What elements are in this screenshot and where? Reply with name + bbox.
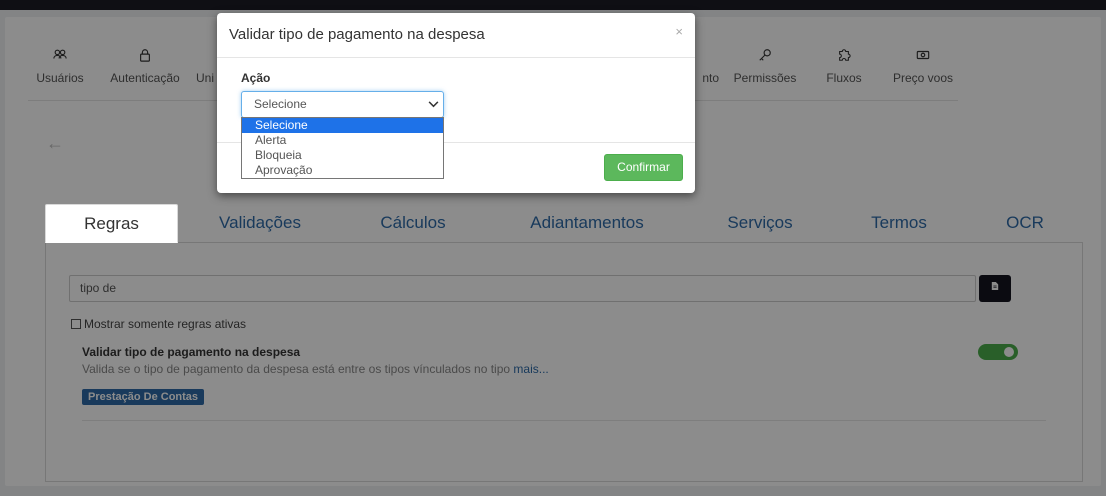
modal-header: Validar tipo de pagamento na despesa ×	[217, 13, 695, 58]
modal-title: Validar tipo de pagamento na despesa	[229, 26, 485, 43]
close-icon[interactable]: ×	[675, 24, 683, 39]
chevron-down-icon	[427, 92, 439, 117]
action-select[interactable]: Selecione	[241, 91, 444, 118]
option-selecione[interactable]: Selecione	[242, 118, 443, 133]
action-dropdown-list: Selecione Alerta Bloqueia Aprovação	[241, 117, 444, 179]
tab-regras[interactable]: Regras	[45, 204, 178, 243]
confirm-button[interactable]: Confirmar	[604, 154, 683, 181]
option-aprovacao[interactable]: Aprovação	[242, 163, 443, 178]
option-alerta[interactable]: Alerta	[242, 133, 443, 148]
action-select-value: Selecione	[254, 97, 307, 111]
action-field-label: Ação	[241, 71, 271, 85]
option-bloqueia[interactable]: Bloqueia	[242, 148, 443, 163]
